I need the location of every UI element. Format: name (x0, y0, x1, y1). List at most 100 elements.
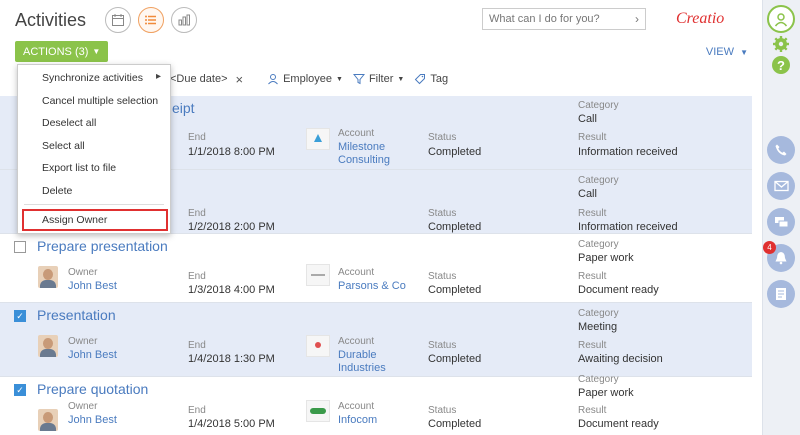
result-value: Document ready (578, 418, 659, 430)
end-value: 1/4/2018 5:00 PM (188, 418, 275, 430)
end-label: End (188, 208, 206, 219)
caret-down-icon: ▼ (336, 75, 343, 83)
due-date-label: <Due date> (170, 73, 228, 85)
feed-button[interactable] (767, 280, 795, 308)
menu-item-cancel-multiple-selection[interactable]: Cancel multiple selection (42, 95, 158, 107)
call-button[interactable] (767, 136, 795, 164)
tag-icon (415, 74, 426, 85)
caret-down-icon: ▼ (92, 47, 101, 56)
menu-item-assign-owner[interactable]: Assign Owner (42, 214, 107, 226)
menu-item-synchronize-activities[interactable]: Synchronize activities (42, 72, 143, 84)
status-label: Status (428, 208, 457, 219)
table-row[interactable]: ✓ Prepare quotation Owner John Best End … (0, 374, 752, 435)
end-value: 1/4/2018 1:30 PM (188, 353, 275, 365)
due-date-filter[interactable]: <Due date> × (170, 72, 243, 87)
result-label: Result (578, 208, 607, 219)
close-icon[interactable]: × (236, 72, 244, 87)
account-logo-icon (315, 342, 321, 348)
caret-down-icon: ▼ (397, 75, 405, 83)
chat-icon (774, 216, 788, 227)
status-value: Completed (428, 418, 482, 430)
account-value-line1[interactable]: Durable (338, 349, 377, 361)
account-value-line2[interactable]: Industries (338, 362, 386, 374)
avatar (38, 266, 58, 288)
check-icon: ✓ (16, 310, 24, 321)
account-label: Account (338, 267, 375, 278)
account-logo (306, 335, 330, 357)
check-icon: ✓ (16, 384, 24, 395)
account-label: Account (338, 128, 375, 139)
calendar-view-button[interactable] (105, 7, 131, 33)
result-value: Information received (578, 221, 678, 233)
menu-item-label: Synchronize activities (42, 72, 143, 84)
end-label: End (188, 271, 206, 282)
owner-label: Owner (68, 336, 98, 347)
chevron-right-icon[interactable]: › (635, 12, 639, 26)
bar-chart-icon (178, 14, 190, 26)
view-label: VIEW (705, 46, 735, 58)
menu-item-delete[interactable]: Delete (42, 185, 72, 197)
status-value: Completed (428, 284, 482, 296)
result-value: Information received (578, 146, 678, 158)
account-value-line2[interactable]: Consulting (338, 154, 390, 166)
end-label: End (188, 340, 206, 351)
account-value[interactable]: Parsons & Co (338, 280, 406, 292)
account-logo-icon (314, 134, 322, 142)
employee-filter[interactable]: Employee ▼ (267, 73, 343, 85)
tag-label: Tag (430, 73, 449, 85)
tag-button[interactable]: Tag (414, 73, 448, 85)
activity-title[interactable]: Prepare quotation (37, 381, 148, 397)
search-placeholder: What can I do for you? (489, 13, 600, 25)
actions-dropdown-menu: Synchronize activities ▸ Cancel multiple… (17, 64, 171, 234)
envelope-icon (773, 180, 789, 192)
list-icon (145, 15, 156, 25)
menu-item-label: Export list to file (42, 162, 117, 174)
menu-item-export-list[interactable]: Export list to file (42, 162, 116, 174)
end-value: 1/3/2018 4:00 PM (188, 284, 275, 296)
page-title: Activities (15, 10, 87, 30)
row-checkbox[interactable]: ✓ (14, 384, 26, 396)
menu-item-select-all[interactable]: Select all (42, 140, 85, 152)
avatar (38, 335, 58, 357)
category-value: Meeting (578, 321, 618, 333)
activity-title[interactable]: Presentation (37, 307, 116, 323)
owner-label: Owner (68, 401, 98, 412)
activity-title[interactable]: Prepare presentation (37, 238, 168, 254)
analytics-view-button[interactable] (171, 7, 197, 33)
category-label: Category (578, 175, 619, 186)
account-label: Account (338, 336, 375, 347)
owner-value[interactable]: John Best (68, 349, 117, 361)
result-label: Result (578, 405, 607, 416)
settings-button[interactable] (772, 35, 790, 56)
row-checkbox[interactable]: ✓ (14, 310, 26, 322)
table-row[interactable]: Prepare presentation Owner John Best End… (0, 234, 752, 303)
app-window: Activities What can I do for you? › Crea… (0, 0, 800, 435)
result-label: Result (578, 271, 607, 282)
table-row[interactable]: ✓ Presentation Owner John Best End 1/4/2… (0, 303, 752, 377)
activity-title[interactable]: eipt (172, 100, 195, 116)
account-logo-icon (310, 408, 326, 414)
filter-label: Filter (368, 73, 394, 85)
account-value-line1[interactable]: Milestone (338, 141, 385, 153)
row-checkbox[interactable] (14, 241, 26, 253)
help-button[interactable]: ? (772, 56, 790, 74)
phone-icon (775, 144, 787, 156)
end-value: 1/1/2018 8:00 PM (188, 146, 275, 158)
search-input[interactable]: What can I do for you? › (482, 8, 646, 30)
chat-button[interactable] (767, 208, 795, 236)
menu-item-deselect-all[interactable]: Deselect all (42, 117, 96, 129)
profile-button[interactable] (767, 5, 795, 33)
end-label: End (188, 405, 206, 416)
list-view-button[interactable] (138, 7, 164, 33)
actions-button[interactable]: ACTIONS (3) ▼ (15, 41, 109, 62)
owner-value[interactable]: John Best (68, 280, 117, 292)
filter-button[interactable]: Filter ▼ (352, 73, 405, 85)
owner-value[interactable]: John Best (68, 414, 117, 426)
gear-icon (773, 36, 789, 52)
filter-bar: <Due date> × Employee ▼ Filter ▼ Tag (170, 70, 448, 88)
account-value[interactable]: Infocom (338, 414, 377, 426)
right-sidebar: ? 4 (762, 0, 800, 435)
category-label: Category (578, 308, 619, 319)
view-menu-button[interactable]: VIEW ▼ (706, 46, 748, 58)
email-button[interactable] (767, 172, 795, 200)
